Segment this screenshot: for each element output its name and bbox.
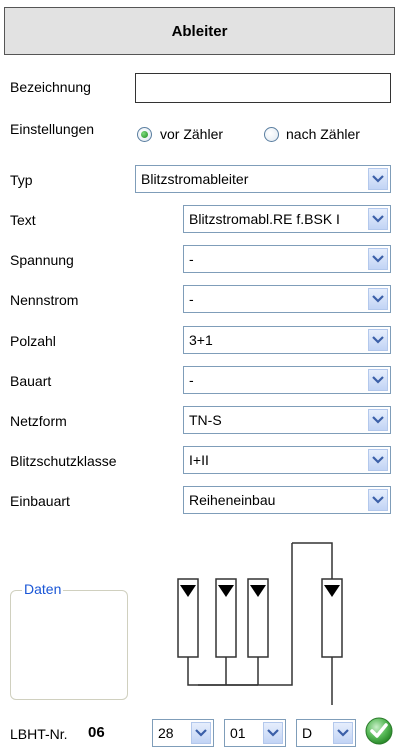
- netzform-value: TN-S: [189, 412, 222, 428]
- einbauart-select[interactable]: Reiheneinbau: [183, 486, 391, 514]
- chevron-down-icon[interactable]: [191, 722, 211, 744]
- spannung-select[interactable]: -: [183, 245, 391, 273]
- bezeichnung-label: Bezeichnung: [10, 79, 91, 95]
- chevron-down-icon[interactable]: [368, 208, 388, 230]
- chevron-down-icon[interactable]: [263, 722, 283, 744]
- chevron-down-icon[interactable]: [368, 168, 388, 190]
- radio-vor-zaehler-label[interactable]: vor Zähler: [160, 126, 223, 142]
- checkmark-icon[interactable]: [364, 716, 394, 746]
- netzform-select[interactable]: TN-S: [183, 406, 391, 434]
- nennstrom-select[interactable]: -: [183, 285, 391, 313]
- einbauart-value: Reiheneinbau: [189, 492, 276, 508]
- text-value: Blitzstromabl.RE f.BSK I: [189, 211, 340, 227]
- einbauart-label: Einbauart: [10, 493, 70, 509]
- bauart-value: -: [189, 372, 194, 388]
- typ-select[interactable]: Blitzstromableiter: [135, 165, 391, 193]
- lbht-select-1-value: 28: [158, 725, 174, 741]
- dialog-title-text: Ableiter: [171, 22, 228, 40]
- radio-vor-zaehler[interactable]: [137, 127, 152, 142]
- spannung-value: -: [189, 251, 194, 267]
- einstellungen-label: Einstellungen: [10, 121, 95, 137]
- typ-label: Typ: [10, 172, 33, 188]
- lbht-select-2-value: 01: [230, 725, 246, 741]
- text-label: Text: [10, 212, 36, 228]
- polzahl-value: 3+1: [189, 332, 213, 348]
- radio-nach-zaehler-label[interactable]: nach Zähler: [286, 126, 360, 142]
- chevron-down-icon[interactable]: [333, 722, 353, 744]
- blitzschutzklasse-select[interactable]: I+II: [183, 446, 391, 474]
- spannung-label: Spannung: [10, 252, 74, 268]
- daten-legend: Daten: [22, 581, 64, 597]
- lbht-number: 06: [88, 724, 105, 741]
- radio-nach-zaehler[interactable]: [264, 127, 279, 142]
- radio-selected-dot: [141, 131, 148, 138]
- chevron-down-icon[interactable]: [368, 288, 388, 310]
- chevron-down-icon[interactable]: [368, 248, 388, 270]
- daten-groupbox: [10, 590, 128, 700]
- chevron-down-icon[interactable]: [368, 489, 388, 511]
- polzahl-select[interactable]: 3+1: [183, 326, 391, 354]
- dialog-title: Ableiter: [4, 7, 395, 55]
- bezeichnung-input[interactable]: [135, 73, 391, 103]
- lbht-select-1[interactable]: 28: [152, 719, 214, 747]
- chevron-down-icon[interactable]: [368, 369, 388, 391]
- chevron-down-icon[interactable]: [368, 329, 388, 351]
- lbht-select-2[interactable]: 01: [224, 719, 286, 747]
- netzform-label: Netzform: [10, 413, 67, 429]
- nennstrom-label: Nennstrom: [10, 292, 79, 308]
- arrester-schematic: [177, 542, 343, 705]
- typ-value: Blitzstromableiter: [141, 171, 249, 187]
- lbht-select-3[interactable]: D: [296, 719, 356, 747]
- chevron-down-icon[interactable]: [368, 409, 388, 431]
- lbht-label: LBHT-Nr.: [10, 726, 68, 742]
- blitzschutzklasse-value: I+II: [189, 452, 209, 468]
- text-select[interactable]: Blitzstromabl.RE f.BSK I: [183, 205, 391, 233]
- bauart-label: Bauart: [10, 373, 52, 389]
- polzahl-label: Polzahl: [10, 333, 56, 349]
- blitzschutzklasse-label: Blitzschutzklasse: [10, 453, 117, 469]
- bauart-select[interactable]: -: [183, 366, 391, 394]
- chevron-down-icon[interactable]: [368, 449, 388, 471]
- lbht-select-3-value: D: [302, 725, 313, 741]
- nennstrom-value: -: [189, 291, 194, 307]
